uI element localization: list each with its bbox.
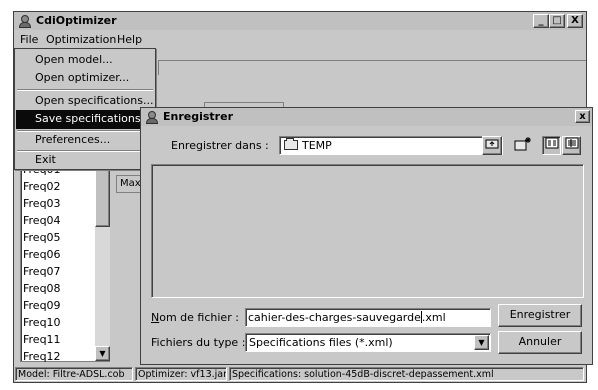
list-item[interactable]: Freq02 <box>23 180 61 193</box>
window-title: CdiOptimizer <box>36 14 117 27</box>
up-folder-icon[interactable] <box>482 136 502 155</box>
list-item[interactable]: Freq10 <box>23 316 61 329</box>
details-view-icon[interactable] <box>562 136 581 155</box>
list-item[interactable]: Freq04 <box>23 214 61 227</box>
filetype-label: Fichiers du type : <box>151 336 246 349</box>
menu-bar: File Optimization Help <box>14 30 586 50</box>
chevron-down-icon[interactable]: ▼ <box>474 335 489 350</box>
scroll-thumb[interactable] <box>95 161 110 227</box>
menu-item-open-model[interactable]: Open model... <box>16 51 154 70</box>
dialog-title: Enregistrer <box>163 110 233 123</box>
dialog-title-bar[interactable]: Enregistrer x <box>141 108 592 126</box>
menu-item-open-specifications[interactable]: Open specifications... <box>16 92 154 111</box>
list-item[interactable]: Freq06 <box>23 248 61 261</box>
save-in-combo[interactable]: TEMP ▼ <box>279 136 503 155</box>
list-item[interactable]: Freq12 <box>23 350 61 363</box>
scroll-down-icon[interactable]: ▼ <box>95 346 110 361</box>
filetype-value: Specifications files (*.xml) <box>249 336 393 349</box>
status-bar: Model: Filtre-ADSL.cob Optimizer: vf13.j… <box>14 366 586 382</box>
save-button[interactable]: Enregistrer <box>498 304 582 327</box>
status-model: Model: Filtre-ADSL.cob <box>15 367 133 381</box>
list-item[interactable]: Freq07 <box>23 265 61 278</box>
list-item[interactable]: Freq09 <box>23 299 61 312</box>
save-in-value: TEMP <box>302 139 332 152</box>
cancel-button[interactable]: Annuler <box>498 331 582 354</box>
file-menu: Open model... Open optimizer... Open spe… <box>14 48 156 170</box>
filename-text-before-caret: cahier-des-charges-sauvegarde <box>248 311 421 324</box>
close-button[interactable]: X <box>567 14 583 28</box>
model-panel <box>158 60 586 75</box>
save-in-label: Enregistrer dans : <box>171 139 269 152</box>
list-item[interactable]: Freq05 <box>23 231 61 244</box>
app-icon <box>18 14 32 28</box>
status-specifications: Specifications: solution-45dB-discret-de… <box>229 367 584 381</box>
menu-help[interactable]: Help <box>117 33 142 46</box>
list-view-icon[interactable] <box>542 136 561 155</box>
save-dialog: Enregistrer x Enregistrer dans : TEMP ▼ … <box>140 107 593 365</box>
menu-item-open-optimizer[interactable]: Open optimizer... <box>16 69 154 88</box>
menu-separator <box>17 89 153 91</box>
filename-input[interactable]: cahier-des-charges-sauvegarde.xml <box>245 308 491 327</box>
new-folder-icon[interactable] <box>513 136 533 155</box>
minimize-button[interactable]: _ <box>533 14 549 28</box>
folder-icon <box>284 138 298 150</box>
freq-list[interactable]: Freq01 Freq02 Freq03 Freq04 Freq05 Freq0… <box>20 160 110 363</box>
dialog-close-button[interactable]: x <box>575 110 590 123</box>
list-item[interactable]: Freq08 <box>23 282 61 295</box>
menu-item-exit[interactable]: Exit <box>16 151 154 170</box>
menu-item-save-specifications[interactable]: Save specifications... <box>16 110 154 129</box>
list-item[interactable]: Freq11 <box>23 333 61 346</box>
menu-optimization[interactable]: Optimization <box>46 33 116 46</box>
file-list-area[interactable] <box>151 164 584 298</box>
maximize-button[interactable]: □ <box>549 14 565 28</box>
filename-text-after-caret: .xml <box>421 311 446 324</box>
filename-label: Nom de fichier : <box>151 311 239 324</box>
filetype-combo[interactable]: Specifications files (*.xml) ▼ <box>245 333 491 352</box>
menu-item-preferences[interactable]: Preferences... <box>16 131 154 150</box>
title-bar[interactable]: CdiOptimizer _ □ X <box>14 12 586 30</box>
dialog-app-icon <box>145 110 159 124</box>
list-item[interactable]: Freq03 <box>23 197 61 210</box>
status-optimizer: Optimizer: vf13.jar <box>135 367 227 381</box>
menu-file[interactable]: File <box>20 33 38 46</box>
list-scrollbar[interactable]: ▼ <box>95 161 110 361</box>
